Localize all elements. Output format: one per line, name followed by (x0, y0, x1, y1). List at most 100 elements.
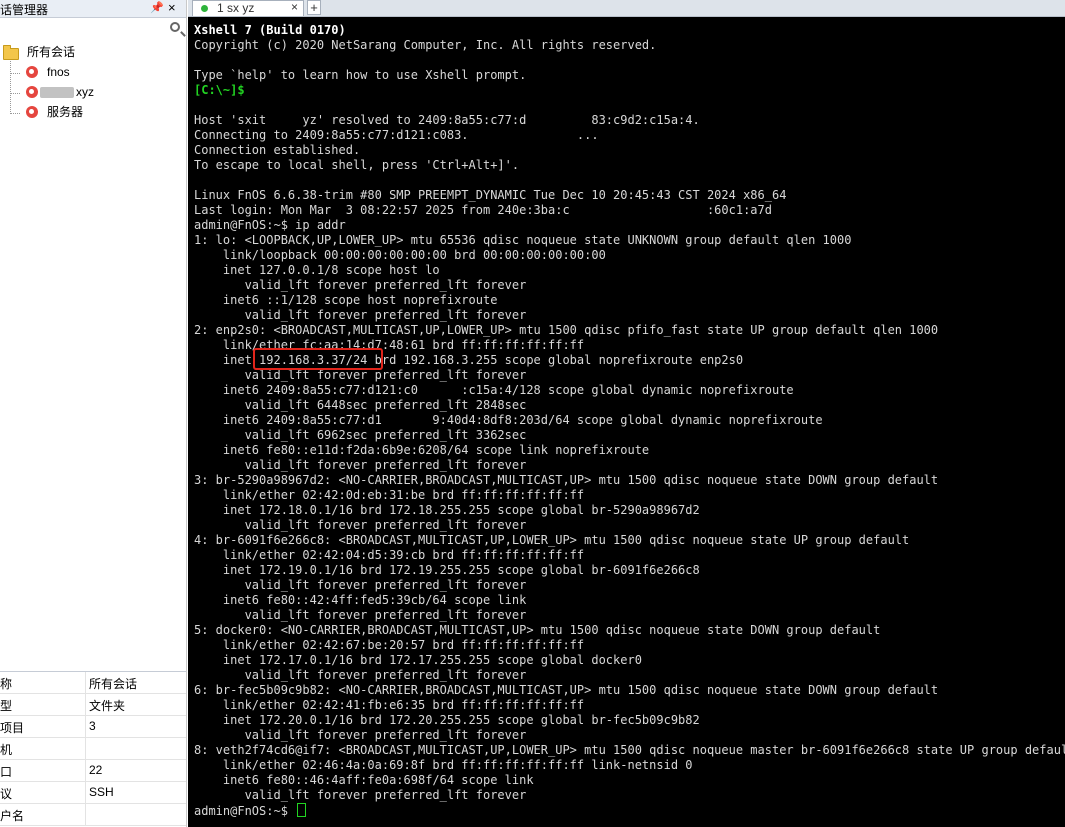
terminal-line-text: valid_lft forever preferred_lft forever (194, 668, 527, 682)
terminal-line: 2: enp2s0: <BROADCAST,MULTICAST,UP,LOWER… (194, 323, 1065, 338)
obscured-redaction (40, 83, 74, 101)
property-key: 口 (0, 765, 13, 779)
tree-root-all-sessions[interactable]: 所有会话 (0, 43, 186, 61)
terminal-line: valid_lft forever preferred_lft forever (194, 368, 1065, 383)
terminal-line-text: 6: br-fec5b09c9b82: <NO-CARRIER,BROADCAS… (194, 683, 939, 697)
terminal-line-text: Last login: Mon Mar 3 08:22:57 2025 from… (194, 203, 772, 217)
tree-item-xyz[interactable]: xyz (0, 83, 186, 101)
terminal-line-text: valid_lft 6962sec preferred_lft 3362sec (194, 428, 527, 442)
terminal-line-text: valid_lft 6448sec preferred_lft 2848sec (194, 398, 527, 412)
terminal-line: valid_lft forever preferred_lft forever (194, 278, 1065, 293)
new-tab-button[interactable]: + (307, 0, 321, 15)
terminal-line-text: Type `help' to learn how to use Xshell p… (194, 68, 527, 82)
terminal-line: inet6 fe80::e11d:f2da:6b9e:6208/64 scope… (194, 443, 1065, 458)
terminal-line-text: valid_lft forever preferred_lft forever (194, 608, 527, 622)
search-icon[interactable] (170, 22, 180, 32)
terminal-line: 3: br-5290a98967d2: <NO-CARRIER,BROADCAS… (194, 473, 1065, 488)
property-row: 项目 3 (0, 716, 186, 738)
terminal-line-text: link/ether 02:42:41:fb:e6:35 brd ff:ff:f… (194, 698, 585, 712)
tab-session-1[interactable]: 1 sx yz × (192, 0, 304, 16)
terminal-line-text: inet6 fe80::42:4ff:fed5:39cb/64 scope li… (194, 593, 527, 607)
terminal-line: valid_lft forever preferred_lft forever (194, 668, 1065, 683)
session-icon (26, 106, 38, 118)
terminal-line: inet 172.20.0.1/16 brd 172.20.255.255 sc… (194, 713, 1065, 728)
tree-item-label: fnos (47, 65, 70, 79)
terminal-line-text: 8: veth2f74cd6@if7: <BROADCAST,MULTICAST… (194, 743, 1065, 757)
terminal-line: inet 172.19.0.1/16 brd 172.19.255.255 sc… (194, 563, 1065, 578)
terminal-line-text: 4: br-6091f6e266c8: <BROADCAST,MULTICAST… (194, 533, 910, 547)
terminal-line: Type `help' to learn how to use Xshell p… (194, 68, 1065, 83)
terminal-line: admin@FnOS:~$ ip addr (194, 218, 1065, 233)
terminal-line: inet6 fe80::46:4aff:fe0a:698f/64 scope l… (194, 773, 1065, 788)
terminal-line: inet6 fe80::42:4ff:fed5:39cb/64 scope li… (194, 593, 1065, 608)
terminal-line: admin@FnOS:~$ (194, 803, 1065, 818)
pin-icon[interactable]: 📌 (150, 1, 164, 14)
terminal-line: valid_lft 6962sec preferred_lft 3362sec (194, 428, 1065, 443)
tree-item-label: 服务器 (47, 105, 84, 119)
tree-item-fnos[interactable]: fnos (0, 63, 186, 81)
terminal-line: valid_lft forever preferred_lft forever (194, 518, 1065, 533)
terminal-line-text: valid_lft forever preferred_lft forever (194, 788, 527, 802)
terminal-line-text: valid_lft forever preferred_lft forever (194, 278, 527, 292)
session-search-bar[interactable] (0, 20, 186, 40)
terminal-line: Xshell 7 (Build 0170) (194, 23, 1065, 38)
terminal-line-text: Connection established. (194, 143, 361, 157)
tree-item-label: xyz (76, 85, 94, 99)
terminal-line: valid_lft forever preferred_lft forever (194, 728, 1065, 743)
terminal-line: [C:\~]$ (194, 83, 1065, 98)
terminal-line-text: Xshell 7 (Build 0170) (194, 23, 346, 37)
terminal-line-text: inet 172.18.0.1/16 brd 172.18.255.255 sc… (194, 503, 700, 517)
terminal-line: inet6 2409:8a55:c77:d121:c0 :c15a:4/128 … (194, 383, 1065, 398)
terminal-line: valid_lft 6448sec preferred_lft 2848sec (194, 398, 1065, 413)
terminal-line: inet6 2409:8a55:c77:d1 9:40d4:8df8:203d/… (194, 413, 1065, 428)
property-row: 称 所有会话 (0, 672, 186, 694)
property-row: 口 22 (0, 760, 186, 782)
terminal-line: Copyright (c) 2020 NetSarang Computer, I… (194, 38, 1065, 53)
property-value: 文件夹 (89, 699, 126, 713)
terminal-line: inet 172.18.0.1/16 brd 172.18.255.255 sc… (194, 503, 1065, 518)
property-value: 所有会话 (89, 677, 138, 691)
tab-label: 1 sx yz (217, 1, 255, 15)
terminal-area[interactable]: Xshell 7 (Build 0170) Copyright (c) 2020 … (188, 17, 1065, 827)
property-row: 型 文件夹 (0, 694, 186, 716)
terminal-line-text: 5: docker0: <NO-CARRIER,BROADCAST,MULTIC… (194, 623, 881, 637)
terminal-output: Xshell 7 (Build 0170) Copyright (c) 2020 … (194, 23, 1065, 818)
tab-close-icon[interactable]: × (291, 0, 298, 14)
terminal-line-text: [C:\~]$ (194, 83, 245, 97)
terminal-line: 4: br-6091f6e266c8: <BROADCAST,MULTICAST… (194, 533, 1065, 548)
terminal-line-text: 1: lo: <LOOPBACK,UP,LOWER_UP> mtu 65536 … (194, 233, 852, 247)
terminal-line-text: inet6 fe80::e11d:f2da:6b9e:6208/64 scope… (194, 443, 650, 457)
terminal-line: 6: br-fec5b09c9b82: <NO-CARRIER,BROADCAS… (194, 683, 1065, 698)
terminal-line-text: Connecting to 2409:8a55:c77:d121:c083. .… (194, 128, 599, 142)
property-row: 户名 (0, 804, 186, 826)
property-value: 22 (89, 763, 103, 777)
terminal-line-text: link/loopback 00:00:00:00:00:00 brd 00:0… (194, 248, 606, 262)
terminal-line-text: Host 'sxit yz' resolved to 2409:8a55:c77… (194, 113, 700, 127)
terminal-line: inet 172.17.0.1/16 brd 172.17.255.255 sc… (194, 653, 1065, 668)
terminal-line: inet 127.0.0.1/8 scope host lo (194, 263, 1065, 278)
terminal-line-text: admin@FnOS:~$ ip addr (194, 218, 346, 232)
terminal-line-text: link/ether 02:42:0d:eb:31:be brd ff:ff:f… (194, 488, 585, 502)
terminal-line: valid_lft forever preferred_lft forever (194, 788, 1065, 803)
properties-table: 称 所有会话 型 文件夹 项目 3 机 口 22 议 SSH 户名 (0, 671, 186, 826)
property-key: 户名 (0, 809, 25, 823)
property-key: 机 (0, 743, 13, 757)
terminal-line: Connection established. (194, 143, 1065, 158)
terminal-line: 5: docker0: <NO-CARRIER,BROADCAST,MULTIC… (194, 623, 1065, 638)
terminal-line: link/ether 02:42:04:d5:39:cb brd ff:ff:f… (194, 548, 1065, 563)
session-tab-bar: 1 sx yz × + (188, 0, 1065, 17)
close-icon[interactable]: × (168, 0, 176, 15)
tree-item-server[interactable]: 服务器 (0, 103, 186, 121)
terminal-line-text: valid_lft forever preferred_lft forever (194, 518, 527, 532)
terminal-line: valid_lft forever preferred_lft forever (194, 458, 1065, 473)
terminal-line-text: 3: br-5290a98967d2: <NO-CARRIER,BROADCAS… (194, 473, 939, 487)
terminal-line-text: admin@FnOS:~$ (194, 804, 296, 818)
session-manager-panel: 话管理器 📌 × 所有会话 fnos xyz 服务器 称 所有会话 型 文件夹 … (0, 0, 187, 827)
property-value: 3 (89, 719, 96, 733)
property-key: 议 (0, 787, 13, 801)
terminal-line-text: inet6 fe80::46:4aff:fe0a:698f/64 scope l… (194, 773, 534, 787)
terminal-line-text: inet 172.19.0.1/16 brd 172.19.255.255 sc… (194, 563, 700, 577)
terminal-line: link/ether 02:42:0d:eb:31:be brd ff:ff:f… (194, 488, 1065, 503)
terminal-line: inet6 ::1/128 scope host noprefixroute (194, 293, 1065, 308)
